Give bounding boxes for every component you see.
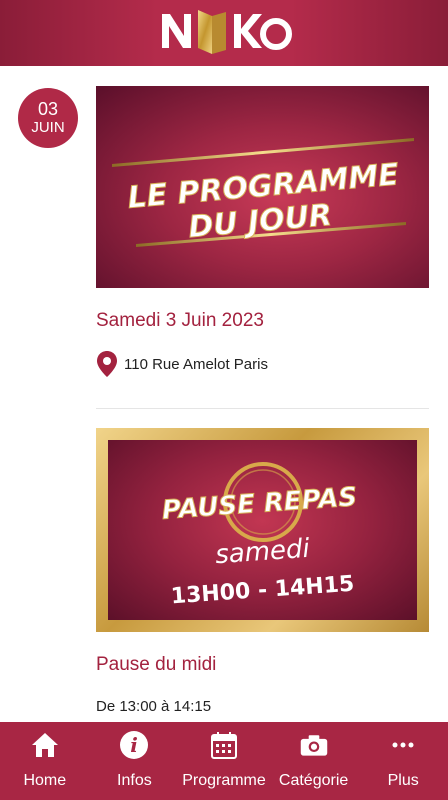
nav-plus[interactable]: Plus (358, 722, 448, 800)
date-month: JUIN (31, 119, 65, 136)
event-title: Samedi 3 Juin 2023 (96, 310, 264, 331)
home-icon (30, 730, 60, 760)
event-title: Pause du midi (96, 654, 217, 675)
event-banner-programme: LE PROGRAMME DU JOUR (96, 86, 429, 288)
app-header (0, 0, 448, 66)
camera-icon (299, 730, 329, 760)
banner-graphic: LE PROGRAMME DU JOUR (112, 138, 414, 247)
nav-infos[interactable]: i Infos (90, 722, 180, 800)
nav-label: Infos (117, 772, 152, 789)
nav-label: Catégorie (278, 772, 349, 789)
event-card-pause[interactable]: PAUSE REPAS samedi 13H00 - 14H15 Pause d… (96, 428, 429, 715)
divider (96, 408, 429, 409)
banner-inner: PAUSE REPAS samedi 13H00 - 14H15 (108, 440, 417, 620)
nav-label: Plus (387, 772, 419, 789)
program-list[interactable]: 03 JUIN LE PROGRAMME DU JOUR Samedi 3 Ju… (0, 66, 448, 722)
event-location: 110 Rue Amelot Paris (96, 350, 429, 378)
event-location-text: 110 Rue Amelot Paris (124, 355, 268, 373)
nav-home[interactable]: Home (0, 722, 90, 800)
svg-text:i: i (131, 733, 139, 757)
nav-label: Home (23, 772, 67, 789)
nav-categorie[interactable]: Catégorie (269, 722, 359, 800)
nav-programme[interactable]: Programme (179, 722, 269, 800)
banner-line1: PAUSE REPAS (161, 482, 358, 526)
more-icon (388, 730, 418, 760)
map-pin-icon (97, 351, 117, 377)
event-card-programme[interactable]: LE PROGRAMME DU JOUR Samedi 3 Juin 2023 … (96, 86, 429, 378)
niko-logo[interactable] (154, 4, 294, 60)
event-time: De 13:00 à 14:15 (96, 698, 212, 715)
banner-graphic: PAUSE REPAS samedi 13H00 - 14H15 (160, 462, 359, 610)
date-badge: 03 JUIN (18, 88, 78, 148)
banner-line3: 13H00 - 14H15 (170, 572, 355, 610)
bottom-nav: Home i Infos Programme Catégorie Plus (0, 722, 448, 800)
banner-line2: samedi (214, 534, 311, 571)
info-icon: i (119, 730, 149, 760)
logo-shape (162, 10, 292, 54)
nav-label: Programme (182, 772, 266, 789)
event-banner-pause: PAUSE REPAS samedi 13H00 - 14H15 (96, 428, 429, 632)
date-day: 03 (37, 99, 59, 119)
calendar-icon (209, 730, 239, 760)
app-screen: 03 JUIN LE PROGRAMME DU JOUR Samedi 3 Ju… (0, 0, 448, 800)
